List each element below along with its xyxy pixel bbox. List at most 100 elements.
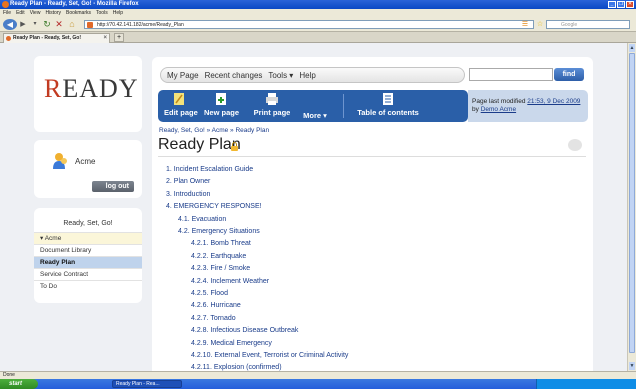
toc-link[interactable]: 4.2.1. Bomb Threat: [191, 240, 251, 247]
toc-link[interactable]: 4.2.7. Tornado: [191, 315, 236, 322]
page-watch-icon[interactable]: [568, 139, 582, 151]
start-button[interactable]: start: [0, 379, 38, 389]
rss-feed-icon[interactable]: ☰: [520, 19, 530, 30]
toc-link[interactable]: 4.2.5. Flood: [191, 290, 228, 297]
site-nav-item-to-do[interactable]: To Do: [34, 280, 142, 292]
menubar: File Edit View History Bookmarks Tools H…: [0, 9, 636, 17]
last-modified-date-link[interactable]: 21:53, 9 Dec 2009: [527, 98, 580, 105]
toc-link[interactable]: 4.2.2. Earthquake: [191, 253, 246, 260]
toc-link[interactable]: 2. Plan Owner: [166, 178, 210, 185]
search-engine-input[interactable]: Google: [546, 20, 630, 29]
site-nav-item-ready-plan[interactable]: Ready Plan: [34, 256, 142, 268]
toc-link[interactable]: 4.1. Evacuation: [178, 216, 226, 223]
tab-label: Ready Plan - Ready, Set, Go!: [13, 35, 81, 41]
ready-logo[interactable]: READY: [44, 74, 139, 104]
site-nav-item-service-contract[interactable]: Service Contract: [34, 268, 142, 280]
edit-page-button[interactable]: Edit page: [164, 92, 198, 117]
tab-close-icon[interactable]: ×: [103, 34, 107, 43]
new-page-button[interactable]: New page: [204, 92, 240, 117]
url-input[interactable]: http://70.42.141.182/acme/Ready_Plan: [84, 20, 534, 29]
url-text: http://70.42.141.182/acme/Ready_Plan: [97, 22, 184, 28]
search-input[interactable]: [469, 68, 553, 81]
logo-panel: READY: [34, 56, 142, 132]
logout-button[interactable]: log out: [92, 181, 134, 192]
toc-link[interactable]: 4.2.3. Fire / Smoke: [191, 265, 250, 272]
print-page-label: Print page: [253, 108, 291, 117]
toc-link[interactable]: 1. Incident Escalation Guide: [166, 166, 253, 173]
my-page-link[interactable]: My Page: [167, 71, 199, 80]
tab-ready-plan[interactable]: Ready Plan - Ready, Set, Go! ×: [3, 33, 110, 43]
find-button[interactable]: find: [554, 68, 584, 81]
vertical-scrollbar[interactable]: ▲ ▼: [627, 43, 636, 371]
table-of-contents-icon: [383, 93, 393, 105]
scroll-up-icon[interactable]: ▲: [629, 44, 635, 52]
print-page-button[interactable]: Print page: [253, 92, 291, 117]
forward-icon[interactable]: ▶: [19, 19, 27, 30]
menu-view[interactable]: View: [30, 9, 41, 17]
start-label: start: [9, 381, 23, 387]
site-nav-item-document-library[interactable]: Document Library: [34, 244, 142, 256]
new-page-label: New page: [204, 108, 240, 117]
window-titlebar: Ready Plan - Ready, Set, Go! - Mozilla F…: [0, 0, 636, 9]
user-name: Acme: [75, 157, 96, 166]
recent-changes-link[interactable]: Recent changes: [205, 71, 263, 80]
new-page-icon: [216, 93, 226, 105]
maximize-button[interactable]: ❐: [617, 1, 625, 8]
toc-label: Table of contents: [357, 108, 419, 117]
toc-link[interactable]: 3. Introduction: [166, 191, 210, 198]
last-modified-prefix: Page last modified: [472, 98, 526, 105]
taskbar-window-button[interactable]: Ready Plan - Rea...: [112, 380, 182, 388]
tab-bar: Ready Plan - Ready, Set, Go! × +: [0, 32, 636, 43]
toolbar-divider: [343, 94, 344, 118]
toc-link[interactable]: 4.2.6. Hurricane: [191, 302, 241, 309]
new-tab-button[interactable]: +: [114, 33, 124, 42]
lock-icon: [231, 142, 238, 151]
last-modified-info: Page last modified 21:53, 9 Dec 2009 by …: [468, 90, 588, 122]
menu-edit[interactable]: Edit: [16, 9, 25, 17]
menu-tools[interactable]: Tools: [96, 9, 108, 17]
menu-history[interactable]: History: [45, 9, 61, 17]
toc-link[interactable]: 4.2.8. Infectious Disease Outbreak: [191, 327, 298, 334]
toc-link[interactable]: 4.2.4. Inclement Weather: [191, 278, 269, 285]
site-navigation: Ready, Set, Go! ▾ Acme Document Library …: [34, 208, 142, 303]
site-nav-item-acme[interactable]: ▾ Acme: [34, 232, 142, 244]
search-placeholder: Google: [561, 22, 578, 28]
dropdown-icon[interactable]: ▾: [30, 19, 40, 30]
page-toolbar: Edit page New page Print page More ▾ Tab…: [158, 90, 468, 122]
more-menu[interactable]: More ▾: [300, 111, 330, 120]
top-menu: My Page Recent changes Tools ▾ Help: [160, 67, 465, 83]
menu-file[interactable]: File: [3, 9, 11, 17]
site-nav-home[interactable]: Ready, Set, Go!: [34, 220, 142, 227]
page-title: Ready Plan: [158, 136, 241, 153]
minimize-button[interactable]: _: [608, 1, 616, 8]
home-icon[interactable]: ⌂: [67, 19, 77, 30]
toc-link[interactable]: 4.2.11. Explosion (confirmed): [191, 364, 282, 371]
back-icon[interactable]: ◀: [3, 19, 17, 30]
breadcrumb[interactable]: Ready, Set, Go! » Acme » Ready Plan: [159, 127, 269, 134]
reload-icon[interactable]: ↻: [42, 19, 52, 30]
toc-link[interactable]: 4.2.9. Medical Emergency: [191, 340, 272, 347]
stop-icon[interactable]: ✕: [54, 19, 64, 30]
site-favicon-icon: [87, 22, 93, 28]
close-button[interactable]: ✕: [626, 1, 634, 8]
system-tray: [536, 379, 636, 389]
menu-bookmarks[interactable]: Bookmarks: [66, 9, 91, 17]
menu-help[interactable]: Help: [113, 9, 123, 17]
taskbar-window-label: Ready Plan - Rea...: [116, 381, 160, 387]
printer-icon: [266, 93, 278, 105]
toc-link[interactable]: 4.2. Emergency Situations: [178, 228, 260, 235]
toc-link[interactable]: 4.2.10. External Event, Terrorist or Cri…: [191, 352, 348, 359]
toc-link[interactable]: 4. EMERGENCY RESPONSE!: [166, 203, 262, 210]
last-modified-author-link[interactable]: Demo Acme: [481, 106, 516, 113]
help-link[interactable]: Help: [299, 71, 315, 80]
taskbar: start Ready Plan - Rea...: [0, 379, 636, 389]
scroll-down-icon[interactable]: ▼: [629, 362, 635, 370]
scrollbar-thumb[interactable]: [629, 53, 635, 353]
tools-menu[interactable]: Tools ▾: [268, 71, 293, 80]
user-avatar-icon: [53, 153, 67, 169]
last-modified-by: by: [472, 106, 479, 113]
status-text: Done: [3, 372, 15, 378]
bookmark-star-icon[interactable]: ☆: [535, 19, 545, 30]
window-controls: _ ❐ ✕: [608, 1, 634, 8]
table-of-contents-button[interactable]: Table of contents: [353, 92, 423, 117]
